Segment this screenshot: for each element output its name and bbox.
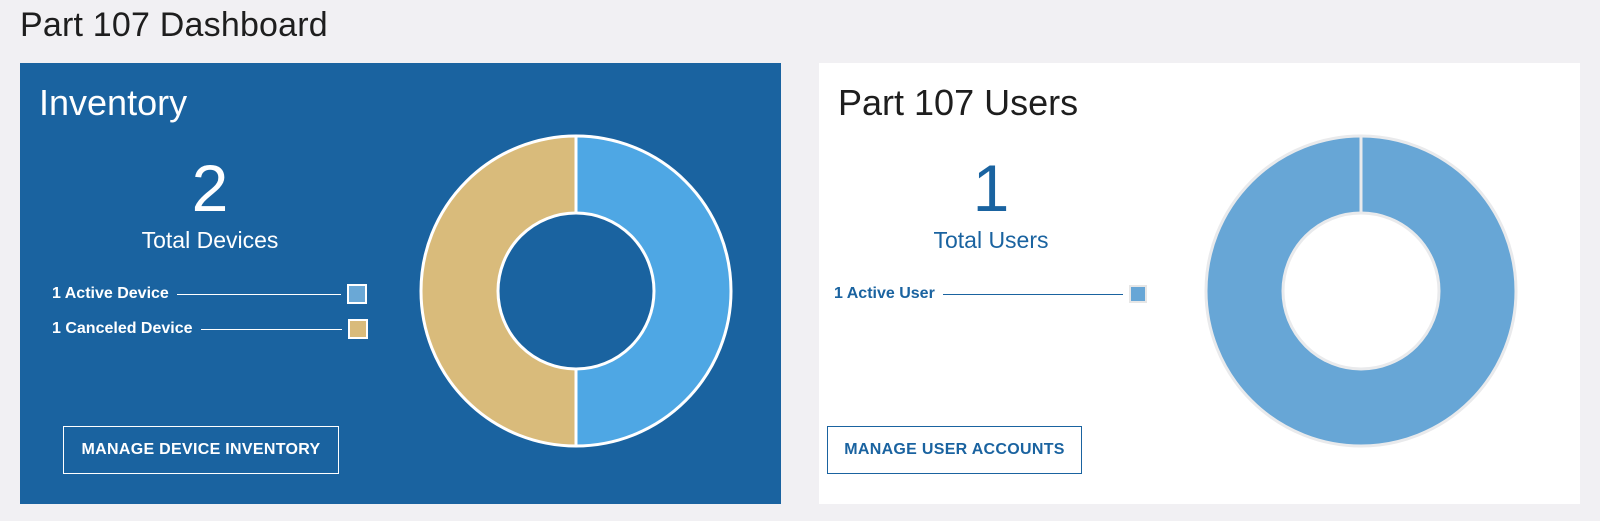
legend-canceled-device: 1 Canceled Device: [52, 317, 368, 341]
legend-active-device-swatch: [346, 284, 367, 304]
users-card: Part 107 Users 1 Total Users 1 Active Us…: [819, 63, 1580, 504]
users-card-title: Part 107 Users: [838, 82, 1079, 123]
legend-active-user: 1 Active User: [834, 282, 1147, 306]
total-devices-label: Total Devices: [141, 227, 279, 253]
legend-active-user-label: 1 Active User: [834, 285, 935, 302]
total-devices-stat: 2 Total Devices: [110, 151, 310, 254]
total-users-stat: 1 Total Users: [891, 151, 1091, 254]
inventory-donut-chart: [419, 134, 733, 448]
inventory-card: Inventory 2 Total Devices 1 Active Devic…: [20, 63, 781, 504]
legend-active-device-label: 1 Active Device: [52, 285, 169, 302]
users-donut-hole: [1284, 214, 1438, 368]
manage-user-accounts-button[interactable]: MANAGE USER ACCOUNTS: [827, 426, 1082, 474]
legend-connector-line: [176, 293, 341, 295]
page-title: Part 107 Dashboard: [20, 6, 328, 44]
legend-canceled-device-label: 1 Canceled Device: [52, 320, 193, 337]
inventory-card-title: Inventory: [39, 82, 188, 123]
legend-active-user-swatch: [1128, 285, 1147, 303]
total-users-count: 1: [972, 151, 1010, 225]
legend-canceled-device-swatch: [347, 319, 368, 339]
manage-device-inventory-button[interactable]: MANAGE DEVICE INVENTORY: [63, 426, 339, 474]
legend-connector-line: [200, 328, 342, 330]
users-donut-chart: [1204, 134, 1518, 448]
total-devices-count: 2: [191, 151, 229, 225]
total-users-label: Total Users: [933, 227, 1049, 253]
legend-connector-line: [942, 293, 1123, 295]
legend-active-device: 1 Active Device: [52, 282, 367, 306]
inventory-donut-hole: [499, 214, 653, 368]
